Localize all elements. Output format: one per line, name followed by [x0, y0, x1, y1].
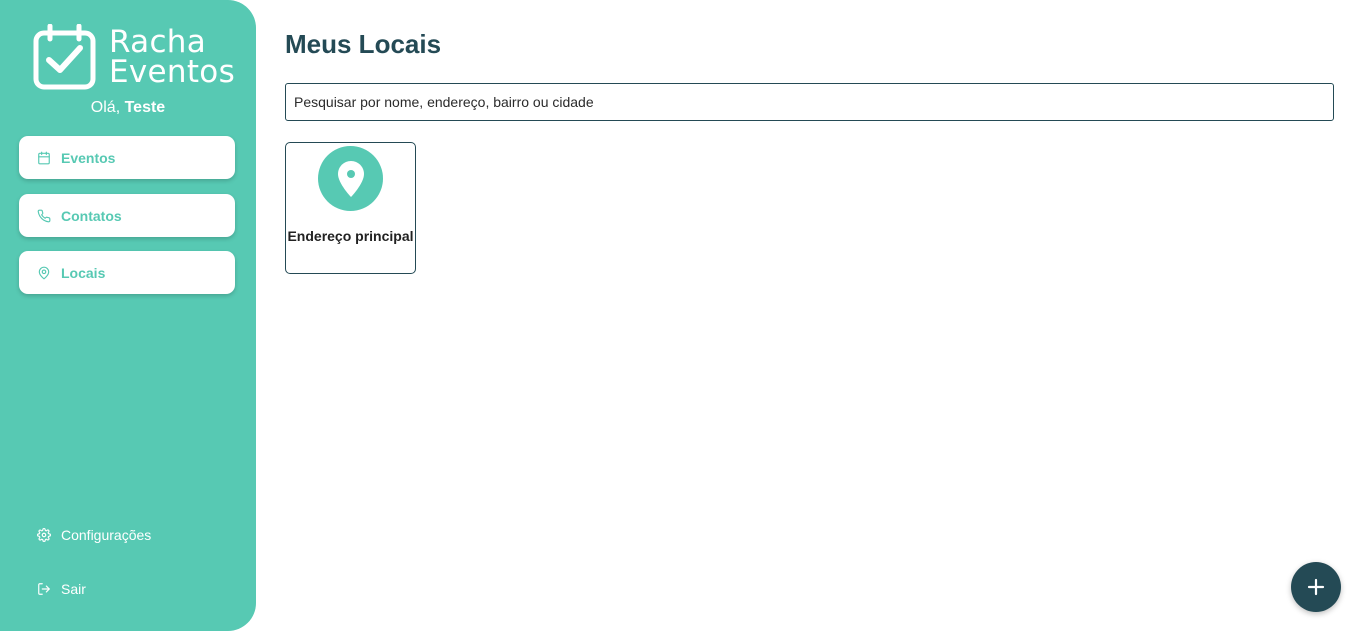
page-title: Meus Locais: [285, 29, 442, 59]
logo-line-1: Racha: [109, 24, 207, 60]
logout-link[interactable]: Sair: [37, 581, 86, 597]
map-pin-icon: [337, 160, 364, 197]
nav-item-contatos[interactable]: Contatos: [19, 194, 235, 237]
map-pin-icon: [37, 266, 51, 280]
logo-line-2: Eventos: [109, 54, 236, 90]
logo-text: Racha Eventos: [109, 24, 236, 90]
settings-link[interactable]: Configurações: [37, 527, 151, 543]
greeting: Olá, Teste: [0, 99, 256, 117]
sidebar: Racha Eventos Olá, Teste Eventos Contato…: [0, 0, 256, 631]
add-location-button[interactable]: [1291, 562, 1341, 612]
nav-item-label: Eventos: [61, 149, 116, 166]
nav-item-label: Contatos: [61, 207, 122, 224]
nav-item-label: Locais: [61, 264, 106, 281]
calendar-check-logo-icon: [33, 24, 96, 90]
plus-icon: [1307, 578, 1325, 596]
greeting-user: Teste: [124, 99, 166, 116]
location-name: Endereço principal: [287, 228, 414, 244]
phone-icon: [37, 209, 51, 223]
greeting-prefix: Olá,: [90, 99, 121, 116]
app-logo[interactable]: Racha Eventos: [33, 24, 236, 94]
search-input[interactable]: [285, 83, 1334, 121]
gear-icon: [37, 528, 51, 542]
logout-icon: [37, 582, 51, 596]
location-card[interactable]: Endereço principal: [285, 142, 416, 274]
logout-label: Sair: [61, 581, 86, 597]
nav-item-locais[interactable]: Locais: [19, 251, 235, 294]
calendar-icon: [37, 151, 51, 165]
nav-item-eventos[interactable]: Eventos: [19, 136, 235, 179]
location-pin-badge: [318, 146, 383, 211]
settings-label: Configurações: [61, 527, 152, 543]
